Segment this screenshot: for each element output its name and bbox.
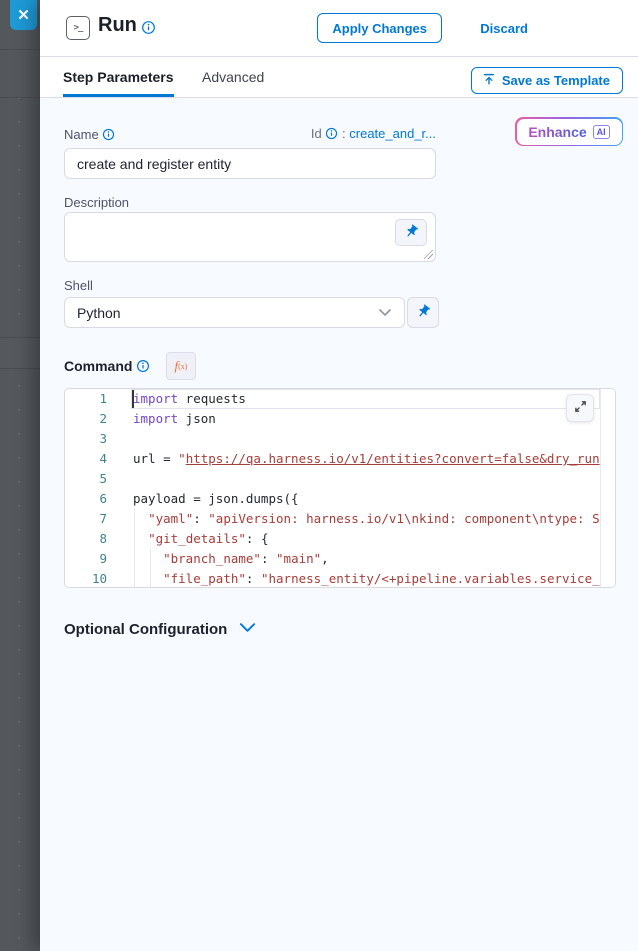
shell-label: Shell (64, 278, 93, 293)
step-id: Id : create_and_r... (311, 126, 436, 143)
tab-advanced[interactable]: Advanced (202, 57, 264, 97)
shell-fixed-value-pin-button[interactable] (407, 297, 439, 328)
ai-badge: AI (593, 125, 610, 139)
screen: ✕ >_ Run Apply Changes Discard Step Para… (0, 0, 638, 951)
run-step-terminal-icon: >_ (66, 16, 90, 40)
name-input[interactable] (64, 148, 436, 179)
step-id-value[interactable]: create_and_r... (349, 126, 436, 141)
shell-selected-value: Python (77, 305, 121, 321)
chevron-down-icon (239, 620, 256, 639)
dimmed-background (0, 0, 40, 951)
textarea-resize-handle[interactable] (424, 250, 433, 259)
background-toolbar-band (0, 337, 40, 369)
indent-guide (134, 509, 135, 588)
code-line[interactable]: "git_details": { (131, 529, 600, 549)
command-info-icon[interactable] (136, 359, 150, 376)
pushpin-icon (416, 304, 431, 322)
code-line[interactable]: "branch_name": "main", (131, 549, 600, 569)
optional-configuration-toggle[interactable]: Optional Configuration (64, 620, 256, 639)
command-label: Command (64, 358, 150, 376)
code-line[interactable]: "file_path": "harness_entity/<+pipeline.… (131, 569, 600, 588)
code-line[interactable]: import json (131, 409, 600, 429)
shell-select[interactable]: Python (64, 297, 405, 328)
code-line[interactable] (131, 429, 600, 449)
name-id-row: Name Id : create_and_r... (64, 126, 436, 144)
discard-button[interactable]: Discard (466, 13, 542, 43)
indent-guide (150, 549, 151, 588)
expression-fx-button[interactable]: f(x) (166, 352, 196, 380)
name-info-icon[interactable] (102, 128, 115, 144)
step-config-drawer: >_ Run Apply Changes Discard Step Parame… (40, 0, 638, 951)
editor-gutter: 12345678910 (65, 389, 131, 588)
drawer-header: >_ Run Apply Changes Discard (40, 0, 638, 57)
pushpin-icon (404, 224, 419, 242)
description-label: Description (64, 195, 129, 210)
name-label: Name (64, 127, 115, 142)
tabs-bar: Step Parameters Advanced Save as Templat… (40, 57, 638, 98)
close-drawer-button[interactable]: ✕ (10, 0, 37, 30)
enhance-ai-button[interactable]: Enhance AI (515, 117, 623, 146)
save-as-template-icon (482, 72, 496, 89)
step-title: Run (98, 14, 137, 37)
chevron-down-icon (378, 305, 392, 321)
expand-icon (574, 400, 587, 416)
close-icon: ✕ (17, 6, 30, 24)
text-cursor (132, 390, 134, 408)
pipeline-canvas-dot-grid (0, 98, 40, 951)
description-fixed-value-pin-button[interactable] (395, 219, 427, 246)
tab-step-parameters[interactable]: Step Parameters (63, 57, 174, 97)
code-line[interactable] (131, 469, 600, 489)
code-line[interactable]: "yaml": "apiVersion: harness.io/v1\nkind… (131, 509, 600, 529)
code-line[interactable]: url = "https://qa.harness.io/v1/entities… (131, 449, 600, 469)
description-input[interactable] (64, 212, 436, 262)
code-line[interactable]: import requests (131, 389, 600, 409)
editor-scrollbar[interactable] (600, 389, 615, 588)
apply-changes-button[interactable]: Apply Changes (317, 13, 442, 43)
expand-editor-button[interactable] (566, 394, 594, 422)
title-info-icon[interactable] (141, 20, 156, 40)
code-line[interactable]: payload = json.dumps({ (131, 489, 600, 509)
editor-code[interactable]: import requestsimport json url = "https:/… (131, 389, 600, 588)
save-as-template-button[interactable]: Save as Template (471, 67, 623, 94)
command-code-editor[interactable]: 12345678910 import requestsimport json ur… (64, 388, 616, 588)
id-info-icon[interactable] (325, 127, 338, 143)
